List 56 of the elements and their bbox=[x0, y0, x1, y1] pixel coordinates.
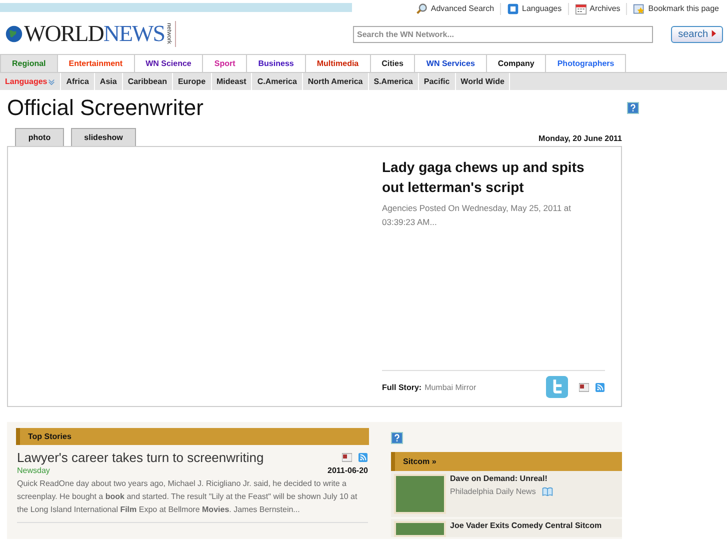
region-link[interactable]: Africa bbox=[61, 73, 95, 90]
date-label: Monday, 20 June 2011 bbox=[538, 134, 622, 145]
region-link[interactable]: S.America bbox=[368, 73, 419, 90]
region-link[interactable]: Mideast bbox=[212, 73, 252, 90]
region-link[interactable]: Caribbean bbox=[122, 73, 173, 90]
header-link[interactable]: Bookmark this page bbox=[626, 2, 725, 14]
nav-tab[interactable]: Company bbox=[486, 54, 546, 72]
arrow-right-icon bbox=[710, 30, 716, 36]
region-link[interactable]: C.America bbox=[252, 73, 303, 90]
nav-tab[interactable]: WN Services bbox=[415, 54, 487, 72]
feature-headline[interactable]: Lady gaga chews up and spits out letterman's script bbox=[382, 157, 605, 197]
story-headline[interactable]: Lawyer's career takes turn to screenwriting bbox=[17, 450, 336, 465]
nav-tab[interactable]: Business bbox=[247, 54, 306, 72]
story-source: Philadelphia Daily News bbox=[450, 487, 536, 496]
help-icon[interactable] bbox=[391, 432, 403, 444]
section-header: Top Stories bbox=[16, 428, 369, 445]
photo-placeholder[interactable] bbox=[394, 474, 446, 514]
story-headline[interactable]: Dave on Demand: Unreal! bbox=[450, 474, 553, 483]
search-field[interactable]: Search the WN Network... bbox=[353, 26, 653, 42]
calendar-icon bbox=[574, 2, 587, 14]
magnifier-icon bbox=[416, 2, 428, 14]
full-story-link[interactable]: Mumbai Mirror bbox=[424, 382, 476, 392]
rss-icon[interactable] bbox=[358, 453, 368, 462]
story-date: 2011-06-20 bbox=[328, 466, 368, 475]
nav-tab[interactable]: WN Science bbox=[134, 54, 204, 72]
section-header[interactable]: Sitcom » bbox=[391, 452, 622, 471]
rss-icon[interactable] bbox=[595, 382, 605, 392]
nav-tab[interactable]: Cities bbox=[370, 54, 416, 72]
view-tab[interactable]: photo bbox=[15, 128, 64, 146]
story-summary: Quick ReadOne day about two years ago, Michael J. Ricigliano Jr. said, he decided to write a screenplay. He bought a book and started. The result "Lily at the Feast" will be shown July 10 at the Long Island International Film Expo at Bellmore Movies. James Bernstein... bbox=[17, 477, 368, 523]
bookmark-icon bbox=[633, 2, 646, 14]
book-icon[interactable] bbox=[542, 487, 553, 496]
nav-tab[interactable]: Sport bbox=[203, 54, 248, 72]
nav-tab[interactable]: Entertainment bbox=[58, 54, 135, 72]
photo-placeholder[interactable] bbox=[394, 521, 446, 537]
languages-icon bbox=[507, 2, 520, 14]
region-link[interactable]: World Wide bbox=[456, 73, 510, 90]
help-icon[interactable] bbox=[627, 102, 639, 114]
nav-tab[interactable]: Multimedia bbox=[306, 54, 371, 72]
region-link[interactable]: North America bbox=[302, 73, 369, 90]
header-link[interactable]: Languages bbox=[500, 2, 568, 14]
region-link[interactable]: Asia bbox=[94, 73, 123, 90]
page-title: Official Screenwriter bbox=[7, 95, 204, 121]
nav-tab[interactable]: Regional bbox=[0, 54, 58, 72]
region-link[interactable]: Europe bbox=[172, 73, 212, 90]
search-button[interactable]: search bbox=[671, 26, 723, 42]
header-link[interactable]: Archives bbox=[568, 2, 626, 14]
header-link[interactable]: Advanced Search bbox=[410, 2, 500, 14]
region-link[interactable]: Pacific bbox=[418, 73, 456, 90]
feature-meta: Agencies Posted On Wednesday, May 25, 2011 at 03:39:23 AM... bbox=[382, 202, 572, 229]
view-tab[interactable]: slideshow bbox=[71, 128, 136, 146]
story-source: Newsday bbox=[17, 466, 50, 475]
chevron-down-icon bbox=[48, 78, 56, 85]
nav-tab[interactable]: Photographers bbox=[546, 54, 626, 72]
globe-icon bbox=[5, 25, 23, 43]
full-story-label: Full Story: bbox=[382, 382, 422, 392]
